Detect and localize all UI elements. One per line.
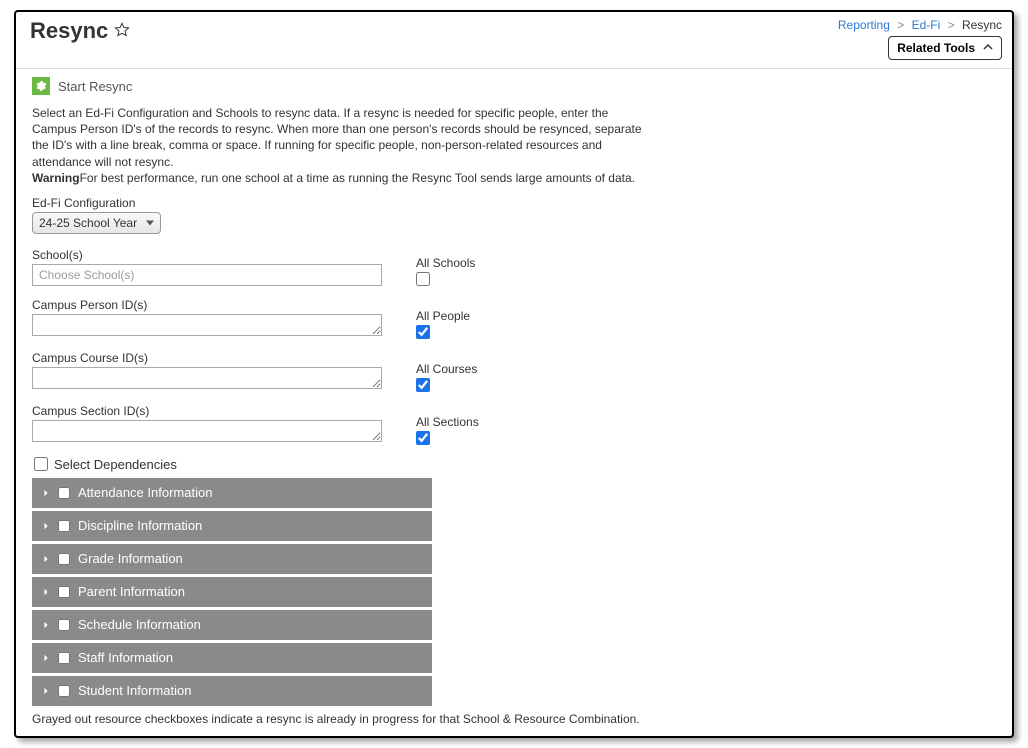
section-ids-row: Campus Section ID(s) All Sections xyxy=(32,404,996,445)
section-ids-label: Campus Section ID(s) xyxy=(32,404,392,418)
schools-input[interactable] xyxy=(32,264,382,286)
course-ids-label: Campus Course ID(s) xyxy=(32,351,392,365)
select-dependencies-row: Select Dependencies xyxy=(34,457,996,472)
accordion-label: Parent Information xyxy=(78,584,185,599)
related-tools-label: Related Tools xyxy=(897,41,975,55)
header-divider xyxy=(16,68,1012,69)
all-people-block: All People xyxy=(416,309,470,339)
schools-label: School(s) xyxy=(32,248,392,262)
gear-icon xyxy=(32,77,50,95)
page-title: Resync xyxy=(30,18,108,44)
course-ids-left: Campus Course ID(s) xyxy=(32,351,392,392)
all-people-checkbox[interactable] xyxy=(416,325,430,339)
chevron-right-icon xyxy=(42,617,50,632)
all-sections-checkbox[interactable] xyxy=(416,431,430,445)
title-block: Resync xyxy=(30,18,130,44)
start-resync-row: Start Resync xyxy=(32,77,996,95)
breadcrumb: Reporting > Ed-Fi > Resync xyxy=(838,18,1002,32)
app-frame: Resync Reporting > Ed-Fi > Resync Relate… xyxy=(14,10,1014,738)
chevron-right-icon xyxy=(42,650,50,665)
all-people-label: All People xyxy=(416,309,470,323)
content-area: Start Resync Select an Ed-Fi Configurati… xyxy=(16,77,1012,736)
all-courses-label: All Courses xyxy=(416,362,477,376)
accordion-checkbox[interactable] xyxy=(58,586,70,598)
accordion-item[interactable]: Schedule Information xyxy=(32,610,432,640)
accordion-label: Grade Information xyxy=(78,551,183,566)
chevron-up-icon xyxy=(983,41,993,55)
all-schools-checkbox[interactable] xyxy=(416,272,430,286)
course-ids-row: Campus Course ID(s) All Courses xyxy=(32,351,996,392)
person-ids-left: Campus Person ID(s) xyxy=(32,298,392,339)
chevron-right-icon: > xyxy=(897,18,904,32)
header-row: Resync Reporting > Ed-Fi > Resync Relate… xyxy=(16,12,1012,62)
chevron-right-icon xyxy=(42,518,50,533)
intro-text: Select an Ed-Fi Configuration and School… xyxy=(32,105,652,186)
select-dependencies-label: Select Dependencies xyxy=(54,457,177,472)
edfi-config-select-wrap: 24-25 School Year xyxy=(32,212,161,234)
all-sections-block: All Sections xyxy=(416,415,479,445)
accordion-label: Attendance Information xyxy=(78,485,212,500)
accordion-checkbox[interactable] xyxy=(58,520,70,532)
accordion-checkbox[interactable] xyxy=(58,652,70,664)
person-ids-input[interactable] xyxy=(32,314,382,336)
page-wrap: Resync Reporting > Ed-Fi > Resync Relate… xyxy=(0,0,1028,748)
related-tools-button[interactable]: Related Tools xyxy=(888,36,1002,60)
edfi-config-select[interactable]: 24-25 School Year xyxy=(32,212,161,234)
accordion-checkbox[interactable] xyxy=(58,553,70,565)
chevron-right-icon xyxy=(42,551,50,566)
breadcrumb-link-reporting[interactable]: Reporting xyxy=(838,18,890,32)
accordion-label: Discipline Information xyxy=(78,518,202,533)
all-courses-checkbox[interactable] xyxy=(416,378,430,392)
accordion-label: Staff Information xyxy=(78,650,173,665)
accordion-item[interactable]: Staff Information xyxy=(32,643,432,673)
accordion-checkbox[interactable] xyxy=(58,619,70,631)
accordion-item[interactable]: Parent Information xyxy=(32,577,432,607)
chevron-right-icon xyxy=(42,485,50,500)
edfi-config-block: Ed-Fi Configuration 24-25 School Year xyxy=(32,196,996,234)
accordion-list: Attendance Information Discipline Informa… xyxy=(32,478,996,706)
accordion-item[interactable]: Grade Information xyxy=(32,544,432,574)
accordion-label: Schedule Information xyxy=(78,617,201,632)
select-dependencies-checkbox[interactable] xyxy=(34,457,48,471)
schools-row: School(s) All Schools xyxy=(32,248,996,286)
favorite-star-icon[interactable] xyxy=(114,22,130,41)
all-courses-block: All Courses xyxy=(416,362,477,392)
accordion-item[interactable]: Student Information xyxy=(32,676,432,706)
accordion-label: Student Information xyxy=(78,683,191,698)
chevron-right-icon xyxy=(42,584,50,599)
schools-left: School(s) xyxy=(32,248,392,286)
person-ids-label: Campus Person ID(s) xyxy=(32,298,392,312)
accordion-item[interactable]: Attendance Information xyxy=(32,478,432,508)
breadcrumb-current: Resync xyxy=(962,18,1002,32)
all-sections-label: All Sections xyxy=(416,415,479,429)
header-right: Reporting > Ed-Fi > Resync Related Tools xyxy=(838,18,1002,60)
warning-text: For best performance, run one school at … xyxy=(80,171,635,185)
course-ids-input[interactable] xyxy=(32,367,382,389)
chevron-right-icon: > xyxy=(948,18,955,32)
all-schools-label: All Schools xyxy=(416,256,475,270)
edfi-config-label: Ed-Fi Configuration xyxy=(32,196,996,210)
section-ids-left: Campus Section ID(s) xyxy=(32,404,392,445)
accordion-checkbox[interactable] xyxy=(58,487,70,499)
chevron-right-icon xyxy=(42,683,50,698)
person-ids-row: Campus Person ID(s) All People xyxy=(32,298,996,339)
accordion-checkbox[interactable] xyxy=(58,685,70,697)
all-schools-block: All Schools xyxy=(416,256,475,286)
footnote-text: Grayed out resource checkboxes indicate … xyxy=(32,712,996,726)
warning-label: Warning xyxy=(32,171,80,185)
breadcrumb-link-edfi[interactable]: Ed-Fi xyxy=(912,18,941,32)
accordion-item[interactable]: Discipline Information xyxy=(32,511,432,541)
section-ids-input[interactable] xyxy=(32,420,382,442)
start-resync-label: Start Resync xyxy=(58,79,132,94)
intro-body: Select an Ed-Fi Configuration and School… xyxy=(32,106,642,169)
